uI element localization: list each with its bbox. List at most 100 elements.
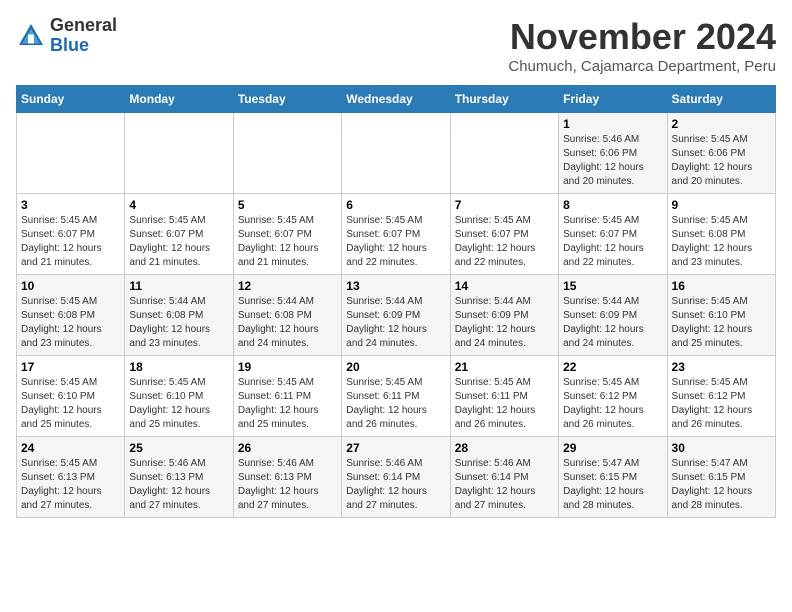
calendar-cell: 10 Sunrise: 5:45 AM Sunset: 6:08 PM Dayli… — [17, 275, 125, 356]
day-detail: Sunrise: 5:45 AM Sunset: 6:07 PM Dayligh… — [238, 214, 337, 270]
day-number: 20 — [346, 360, 445, 374]
calendar-cell: 28 Sunrise: 5:46 AM Sunset: 6:14 PM Dayli… — [450, 437, 558, 518]
calendar-week-row: 17 Sunrise: 5:45 AM Sunset: 6:10 PM Dayli… — [17, 356, 776, 437]
calendar-cell: 16 Sunrise: 5:45 AM Sunset: 6:10 PM Dayli… — [667, 275, 775, 356]
calendar-cell — [342, 113, 450, 194]
day-detail: Sunrise: 5:46 AM Sunset: 6:13 PM Dayligh… — [129, 457, 228, 513]
calendar-cell: 12Sunrise: 5:44 AM Sunset: 6:08 PM Dayli… — [233, 275, 341, 356]
day-detail: Sunrise: 5:46 AM Sunset: 6:06 PM Dayligh… — [563, 133, 662, 189]
day-number: 5 — [238, 198, 337, 212]
weekday-row: SundayMondayTuesdayWednesdayThursdayFrid… — [17, 86, 776, 113]
calendar-cell: 11 Sunrise: 5:44 AM Sunset: 6:08 PM Dayli… — [125, 275, 233, 356]
calendar-week-row: 3 Sunrise: 5:45 AM Sunset: 6:07 PM Daylig… — [17, 194, 776, 275]
day-detail: Sunrise: 5:45 AM Sunset: 6:07 PM Dayligh… — [455, 214, 554, 270]
day-detail: Sunrise: 5:45 AM Sunset: 6:10 PM Dayligh… — [21, 376, 120, 432]
calendar-cell: 26 Sunrise: 5:46 AM Sunset: 6:13 PM Dayli… — [233, 437, 341, 518]
calendar-cell: 15Sunrise: 5:44 AM Sunset: 6:09 PM Dayli… — [559, 275, 667, 356]
title-block: November 2024 Chumuch, Cajamarca Departm… — [508, 16, 776, 75]
calendar-cell — [125, 113, 233, 194]
location-title: Chumuch, Cajamarca Department, Peru — [508, 58, 776, 75]
day-number: 9 — [672, 198, 771, 212]
day-number: 14 — [455, 279, 554, 293]
day-detail: Sunrise: 5:45 AM Sunset: 6:11 PM Dayligh… — [455, 376, 554, 432]
day-detail: Sunrise: 5:45 AM Sunset: 6:12 PM Dayligh… — [563, 376, 662, 432]
page-header: General Blue November 2024 Chumuch, Caja… — [16, 16, 776, 75]
day-number: 11 — [129, 279, 228, 293]
calendar-week-row: 1 Sunrise: 5:46 AM Sunset: 6:06 PM Daylig… — [17, 113, 776, 194]
day-detail: Sunrise: 5:45 AM Sunset: 6:08 PM Dayligh… — [21, 295, 120, 351]
calendar-cell: 23Sunrise: 5:45 AM Sunset: 6:12 PM Dayli… — [667, 356, 775, 437]
calendar-cell: 7 Sunrise: 5:45 AM Sunset: 6:07 PM Daylig… — [450, 194, 558, 275]
calendar-cell — [450, 113, 558, 194]
weekday-header: Saturday — [667, 86, 775, 113]
day-number: 7 — [455, 198, 554, 212]
day-detail: Sunrise: 5:44 AM Sunset: 6:08 PM Dayligh… — [238, 295, 337, 351]
day-detail: Sunrise: 5:44 AM Sunset: 6:09 PM Dayligh… — [455, 295, 554, 351]
day-number: 30 — [672, 441, 771, 455]
day-detail: Sunrise: 5:45 AM Sunset: 6:11 PM Dayligh… — [238, 376, 337, 432]
calendar-cell: 22 Sunrise: 5:45 AM Sunset: 6:12 PM Dayli… — [559, 356, 667, 437]
logo-general-text: General — [50, 15, 117, 35]
calendar-cell — [233, 113, 341, 194]
day-number: 2 — [672, 117, 771, 131]
day-number: 26 — [238, 441, 337, 455]
logo-blue-text: Blue — [50, 35, 89, 55]
calendar-cell: 3 Sunrise: 5:45 AM Sunset: 6:07 PM Daylig… — [17, 194, 125, 275]
day-detail: Sunrise: 5:45 AM Sunset: 6:07 PM Dayligh… — [21, 214, 120, 270]
day-detail: Sunrise: 5:44 AM Sunset: 6:09 PM Dayligh… — [346, 295, 445, 351]
calendar-cell: 5 Sunrise: 5:45 AM Sunset: 6:07 PM Daylig… — [233, 194, 341, 275]
day-detail: Sunrise: 5:45 AM Sunset: 6:11 PM Dayligh… — [346, 376, 445, 432]
day-detail: Sunrise: 5:44 AM Sunset: 6:08 PM Dayligh… — [129, 295, 228, 351]
calendar-header: SundayMondayTuesdayWednesdayThursdayFrid… — [17, 86, 776, 113]
weekday-header: Tuesday — [233, 86, 341, 113]
day-number: 15 — [563, 279, 662, 293]
day-number: 1 — [563, 117, 662, 131]
weekday-header: Wednesday — [342, 86, 450, 113]
day-number: 10 — [21, 279, 120, 293]
day-number: 17 — [21, 360, 120, 374]
day-detail: Sunrise: 5:46 AM Sunset: 6:14 PM Dayligh… — [346, 457, 445, 513]
calendar-cell: 1 Sunrise: 5:46 AM Sunset: 6:06 PM Daylig… — [559, 113, 667, 194]
logo-icon — [16, 21, 46, 51]
calendar-cell: 14 Sunrise: 5:44 AM Sunset: 6:09 PM Dayli… — [450, 275, 558, 356]
calendar-cell: 29 Sunrise: 5:47 AM Sunset: 6:15 PM Dayli… — [559, 437, 667, 518]
day-number: 3 — [21, 198, 120, 212]
day-number: 29 — [563, 441, 662, 455]
calendar-cell: 20 Sunrise: 5:45 AM Sunset: 6:11 PM Dayli… — [342, 356, 450, 437]
calendar-cell: 8Sunrise: 5:45 AM Sunset: 6:07 PM Daylig… — [559, 194, 667, 275]
calendar-cell: 6Sunrise: 5:45 AM Sunset: 6:07 PM Daylig… — [342, 194, 450, 275]
day-detail: Sunrise: 5:47 AM Sunset: 6:15 PM Dayligh… — [563, 457, 662, 513]
day-detail: Sunrise: 5:45 AM Sunset: 6:08 PM Dayligh… — [672, 214, 771, 270]
calendar-cell: 4Sunrise: 5:45 AM Sunset: 6:07 PM Daylig… — [125, 194, 233, 275]
weekday-header: Monday — [125, 86, 233, 113]
day-detail: Sunrise: 5:45 AM Sunset: 6:13 PM Dayligh… — [21, 457, 120, 513]
weekday-header: Sunday — [17, 86, 125, 113]
day-detail: Sunrise: 5:45 AM Sunset: 6:10 PM Dayligh… — [129, 376, 228, 432]
calendar-cell: 2Sunrise: 5:45 AM Sunset: 6:06 PM Daylig… — [667, 113, 775, 194]
day-number: 22 — [563, 360, 662, 374]
calendar-cell: 19 Sunrise: 5:45 AM Sunset: 6:11 PM Dayli… — [233, 356, 341, 437]
weekday-header: Friday — [559, 86, 667, 113]
day-number: 6 — [346, 198, 445, 212]
weekday-header: Thursday — [450, 86, 558, 113]
day-detail: Sunrise: 5:45 AM Sunset: 6:10 PM Dayligh… — [672, 295, 771, 351]
day-detail: Sunrise: 5:45 AM Sunset: 6:07 PM Dayligh… — [129, 214, 228, 270]
calendar-week-row: 10 Sunrise: 5:45 AM Sunset: 6:08 PM Dayli… — [17, 275, 776, 356]
calendar-cell: 18 Sunrise: 5:45 AM Sunset: 6:10 PM Dayli… — [125, 356, 233, 437]
day-detail: Sunrise: 5:47 AM Sunset: 6:15 PM Dayligh… — [672, 457, 771, 513]
calendar-cell: 13 Sunrise: 5:44 AM Sunset: 6:09 PM Dayli… — [342, 275, 450, 356]
calendar-table: SundayMondayTuesdayWednesdayThursdayFrid… — [16, 85, 776, 518]
calendar-cell: 17 Sunrise: 5:45 AM Sunset: 6:10 PM Dayli… — [17, 356, 125, 437]
calendar-cell: 25Sunrise: 5:46 AM Sunset: 6:13 PM Dayli… — [125, 437, 233, 518]
day-number: 28 — [455, 441, 554, 455]
day-number: 21 — [455, 360, 554, 374]
day-detail: Sunrise: 5:46 AM Sunset: 6:14 PM Dayligh… — [455, 457, 554, 513]
day-number: 18 — [129, 360, 228, 374]
day-number: 13 — [346, 279, 445, 293]
day-detail: Sunrise: 5:46 AM Sunset: 6:13 PM Dayligh… — [238, 457, 337, 513]
day-detail: Sunrise: 5:45 AM Sunset: 6:12 PM Dayligh… — [672, 376, 771, 432]
day-number: 24 — [21, 441, 120, 455]
day-number: 19 — [238, 360, 337, 374]
day-number: 16 — [672, 279, 771, 293]
calendar-cell: 27Sunrise: 5:46 AM Sunset: 6:14 PM Dayli… — [342, 437, 450, 518]
